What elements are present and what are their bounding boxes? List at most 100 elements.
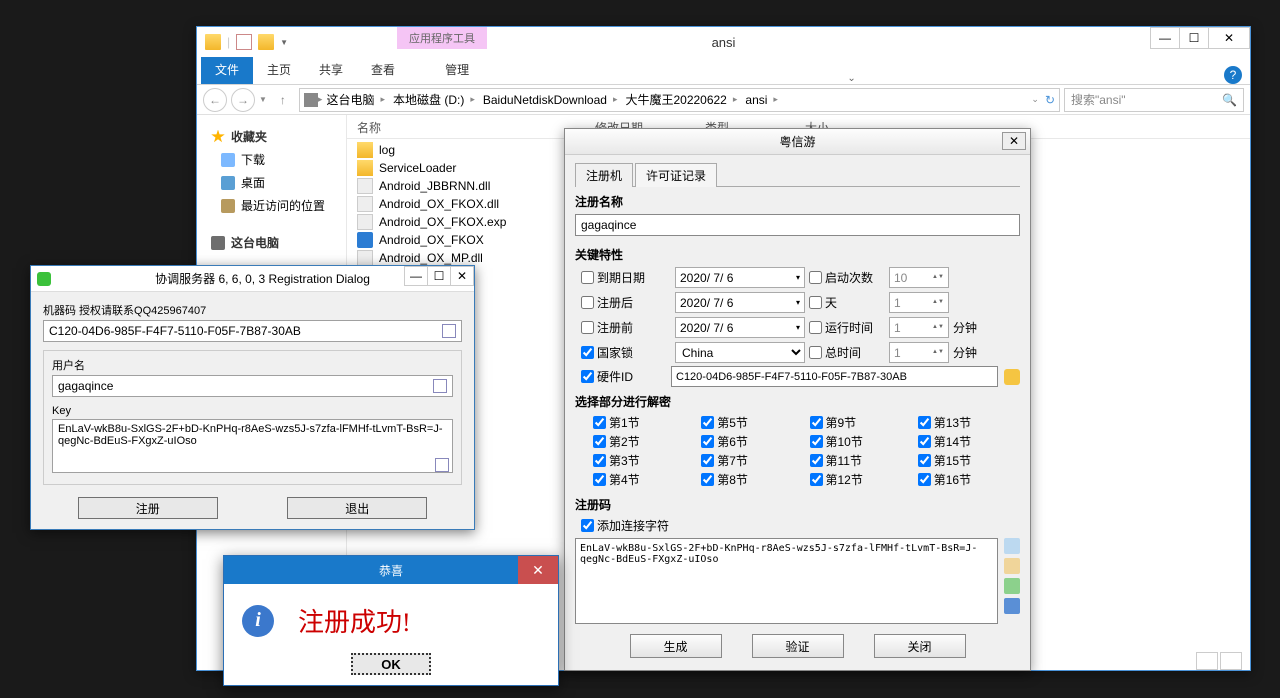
close-button[interactable]: ✕ — [1208, 27, 1250, 49]
machine-code-field[interactable]: C120-04D6-985F-F4F7-5110-F05F-7B87-30AB — [43, 320, 462, 342]
sidebar-favorites[interactable]: 收藏夹 — [203, 125, 340, 148]
properties-icon[interactable] — [236, 34, 252, 50]
tab-file[interactable]: 文件 — [201, 55, 253, 84]
minimize-button[interactable]: — — [404, 266, 428, 286]
ok-button[interactable]: OK — [351, 653, 431, 675]
startcount-input[interactable]: 10▲▼ — [889, 267, 949, 288]
section-check[interactable]: 第10节 — [810, 433, 912, 450]
runtime-input[interactable]: 1▲▼ — [889, 317, 949, 338]
close-button[interactable]: ✕ — [518, 556, 558, 584]
section-check[interactable]: 第8节 — [701, 471, 803, 488]
expdate-input[interactable]: 2020/ 7/ 6▾ — [675, 267, 805, 288]
totaltime-input[interactable]: 1▲▼ — [889, 342, 949, 363]
context-tab[interactable]: 应用程序工具 — [397, 27, 487, 49]
days-input[interactable]: 1▲▼ — [889, 292, 949, 313]
check-hwid[interactable]: 硬件ID — [581, 368, 665, 385]
tab-home[interactable]: 主页 — [253, 55, 305, 84]
section-check[interactable]: 第13节 — [918, 414, 1020, 431]
check-country[interactable]: 国家锁 — [581, 344, 671, 361]
section-check[interactable]: 第2节 — [593, 433, 695, 450]
key-textarea[interactable]: EnLaV-wkB8u-SxlGS-2F+bD-KnPHq-r8AeS-wzs5… — [52, 419, 453, 473]
breadcrumb-seg[interactable]: 这台电脑 — [322, 91, 389, 108]
history-dropdown-icon[interactable]: ▼ — [259, 95, 267, 104]
breadcrumb-seg[interactable]: 大牛魔王20220622 — [621, 91, 741, 108]
sidebar-pc[interactable]: 这台电脑 — [203, 231, 340, 254]
explorer-titlebar[interactable]: | ▼ 应用程序工具 ansi — ☐ ✕ — [197, 27, 1250, 57]
up-button[interactable]: ↑ — [271, 88, 295, 112]
close-button[interactable]: 关闭 — [874, 634, 966, 658]
breadcrumb-seg[interactable]: ansi — [741, 93, 782, 107]
refresh-icon[interactable]: ↻ — [1045, 93, 1055, 107]
verify-button[interactable]: 验证 — [752, 634, 844, 658]
back-button[interactable]: ← — [203, 88, 227, 112]
tab-view[interactable]: 查看 — [357, 55, 409, 84]
country-select[interactable]: China — [675, 342, 805, 363]
license-titlebar[interactable]: 粤信游 ✕ — [565, 129, 1030, 155]
add-icon[interactable] — [1004, 578, 1020, 594]
section-check[interactable]: 第5节 — [701, 414, 803, 431]
ribbon-collapse-icon[interactable]: ⌄ — [847, 73, 855, 84]
check-days[interactable]: 天 — [809, 294, 885, 311]
maximize-button[interactable]: ☐ — [1179, 27, 1209, 49]
check-expdate[interactable]: 到期日期 — [581, 269, 671, 286]
section-check[interactable]: 第4节 — [593, 471, 695, 488]
check-runtime[interactable]: 运行时间 — [809, 319, 885, 336]
breadcrumb-seg[interactable]: 本地磁盘 (D:) — [389, 91, 479, 108]
copy-icon[interactable] — [1004, 538, 1020, 554]
close-button[interactable]: ✕ — [1002, 132, 1026, 150]
check-concat[interactable]: 添加连接字符 — [581, 517, 1020, 534]
section-check[interactable]: 第9节 — [810, 414, 912, 431]
afterdate-input[interactable]: 2020/ 7/ 6▾ — [675, 292, 805, 313]
beforedate-input[interactable]: 2020/ 7/ 6▾ — [675, 317, 805, 338]
open-icon[interactable] — [258, 34, 274, 50]
minimize-button[interactable]: — — [1150, 27, 1180, 49]
tab-share[interactable]: 共享 — [305, 55, 357, 84]
user-field[interactable]: gagaqince — [52, 375, 453, 397]
section-check[interactable]: 第12节 — [810, 471, 912, 488]
section-check[interactable]: 第14节 — [918, 433, 1020, 450]
section-check[interactable]: 第16节 — [918, 471, 1020, 488]
code-textarea[interactable]: EnLaV-wkB8u-SxlGS-2F+bD-KnPHq-r8AeS-wzs5… — [575, 538, 998, 624]
section-check[interactable]: 第3节 — [593, 452, 695, 469]
exit-button[interactable]: 退出 — [287, 497, 427, 519]
tab-records[interactable]: 许可证记录 — [635, 163, 717, 187]
reg-titlebar[interactable]: 协调服务器 6, 6, 0, 3 Registration Dialog — ☐… — [31, 266, 474, 292]
section-check[interactable]: 第15节 — [918, 452, 1020, 469]
breadcrumb-seg[interactable]: BaiduNetdiskDownload — [479, 93, 622, 107]
maximize-button[interactable]: ☐ — [427, 266, 451, 286]
address-bar[interactable]: ▸ 这台电脑 本地磁盘 (D:) BaiduNetdiskDownload 大牛… — [299, 88, 1060, 112]
forward-button[interactable]: → — [231, 88, 255, 112]
check-startcount[interactable]: 启动次数 — [809, 269, 885, 286]
sidebar-recent[interactable]: 最近访问的位置 — [203, 194, 340, 217]
generate-button[interactable]: 生成 — [630, 634, 722, 658]
col-name[interactable]: 名称 — [347, 115, 585, 138]
check-totaltime[interactable]: 总时间 — [809, 344, 885, 361]
tab-manage[interactable]: 管理 — [431, 55, 483, 84]
help-icon[interactable]: ? — [1224, 66, 1242, 84]
icons-view-button[interactable] — [1220, 652, 1242, 670]
paste-icon[interactable] — [1004, 558, 1020, 574]
section-check[interactable]: 第7节 — [701, 452, 803, 469]
search-icon[interactable]: 🔍 — [1222, 93, 1237, 107]
close-button[interactable]: ✕ — [450, 266, 474, 286]
qat-dropdown-icon[interactable]: ▼ — [280, 38, 288, 47]
section-check[interactable]: 第11节 — [810, 452, 912, 469]
hwid-input[interactable] — [671, 366, 998, 387]
addr-dropdown-icon[interactable]: ⌄ — [1031, 94, 1039, 105]
register-button[interactable]: 注册 — [78, 497, 218, 519]
check-before[interactable]: 注册前 — [581, 319, 671, 336]
tab-register[interactable]: 注册机 — [575, 163, 633, 187]
copy-icon[interactable] — [435, 458, 449, 472]
details-view-button[interactable] — [1196, 652, 1218, 670]
check-after[interactable]: 注册后 — [581, 294, 671, 311]
section-check[interactable]: 第6节 — [701, 433, 803, 450]
lock-icon[interactable] — [1004, 369, 1020, 385]
search-input[interactable]: 搜索"ansi" 🔍 — [1064, 88, 1244, 112]
copy-icon[interactable] — [433, 379, 447, 393]
msgbox-titlebar[interactable]: 恭喜 ✕ — [224, 556, 558, 584]
copy-icon[interactable] — [442, 324, 456, 338]
save-icon[interactable] — [1004, 598, 1020, 614]
section-check[interactable]: 第1节 — [593, 414, 695, 431]
sidebar-downloads[interactable]: 下载 — [203, 148, 340, 171]
regname-input[interactable] — [575, 214, 1020, 236]
